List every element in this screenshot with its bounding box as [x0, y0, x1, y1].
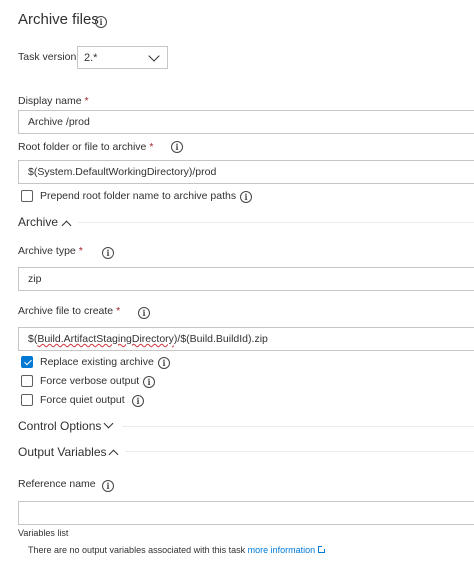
info-icon[interactable]: i: [143, 376, 155, 388]
archive-file-value-suffix: )/$(Build.BuildId).zip: [173, 333, 268, 345]
display-name-label: Display name *: [18, 95, 89, 107]
root-folder-input[interactable]: $(System.DefaultWorkingDirectory)/prod: [18, 160, 474, 184]
reference-name-input[interactable]: [18, 501, 474, 525]
archive-file-label: Archive file to create *: [18, 305, 120, 317]
archive-file-input[interactable]: $(Build.ArtifactStagingDirectory)/$(Buil…: [18, 327, 474, 351]
required-marker: *: [149, 141, 154, 153]
chevron-down-icon: [148, 50, 160, 62]
archive-type-label: Archive type *: [18, 245, 83, 257]
required-marker: *: [116, 305, 121, 317]
control-options-title: Control Options: [18, 419, 102, 433]
display-name-label-text: Display name: [18, 95, 82, 107]
archive-file-value-prefix: $(: [28, 333, 38, 345]
chevron-up-icon[interactable]: [61, 220, 72, 231]
info-icon[interactable]: i: [132, 395, 144, 407]
archive-type-select[interactable]: zip: [18, 267, 474, 291]
prepend-checkbox[interactable]: [21, 190, 33, 202]
required-marker: *: [84, 95, 89, 107]
display-name-input[interactable]: Archive /prod: [18, 110, 474, 134]
page-title-text: Archive files: [18, 11, 99, 28]
force-verbose-checkbox[interactable]: [21, 375, 33, 387]
variables-list-label: Variables list: [18, 528, 69, 538]
archive-file-value-spellcheck: Build.ArtifactStagingDirectory: [37, 333, 174, 345]
info-icon[interactable]: i: [102, 247, 114, 259]
root-folder-label-text: Root folder or file to archive: [18, 141, 147, 153]
info-icon[interactable]: i: [102, 480, 114, 492]
archive-section-title: Archive: [18, 215, 59, 229]
task-version-value: 2.*: [84, 51, 98, 64]
archive-type-value: zip: [28, 273, 42, 285]
info-icon[interactable]: i: [158, 357, 170, 369]
prepend-label: Prepend root folder name to archive path…: [40, 190, 237, 202]
task-version-label: Task version: [18, 51, 77, 63]
section-divider: [78, 222, 474, 223]
task-version-select[interactable]: 2.*: [77, 46, 168, 69]
variables-list-message-text: There are no output variables associated…: [28, 545, 246, 555]
display-name-value: Archive /prod: [28, 116, 90, 128]
control-options-header[interactable]: Control Options: [18, 419, 101, 433]
external-link-icon[interactable]: [318, 545, 327, 553]
section-divider: [122, 426, 474, 427]
section-divider: [125, 451, 474, 452]
archive-file-label-text: Archive file to create: [18, 305, 114, 317]
info-icon[interactable]: i: [240, 191, 252, 203]
replace-existing-label: Replace existing archive: [40, 356, 154, 368]
archive-type-label-text: Archive type: [18, 245, 76, 257]
info-icon[interactable]: i: [171, 141, 183, 153]
reference-name-label: Reference name: [18, 478, 96, 490]
info-icon[interactable]: i: [95, 16, 107, 28]
force-verbose-label: Force verbose output: [40, 375, 140, 387]
root-folder-label: Root folder or file to archive *: [18, 141, 153, 153]
info-icon[interactable]: i: [138, 307, 150, 319]
more-information-link[interactable]: more information: [248, 545, 316, 555]
variables-list-message: There are no output variables associated…: [28, 545, 327, 555]
archive-section-header[interactable]: Archive: [18, 215, 58, 229]
replace-existing-checkbox[interactable]: [21, 356, 33, 368]
chevron-down-icon[interactable]: [103, 418, 114, 429]
output-variables-header[interactable]: Output Variables: [18, 445, 107, 459]
chevron-up-icon[interactable]: [108, 449, 119, 460]
force-quiet-checkbox[interactable]: [21, 394, 33, 406]
force-quiet-label: Force quiet output: [40, 394, 125, 406]
required-marker: *: [78, 245, 83, 257]
page-title: Archive files: [18, 11, 99, 28]
root-folder-value: $(System.DefaultWorkingDirectory)/prod: [28, 166, 217, 178]
output-variables-title: Output Variables: [18, 445, 107, 459]
